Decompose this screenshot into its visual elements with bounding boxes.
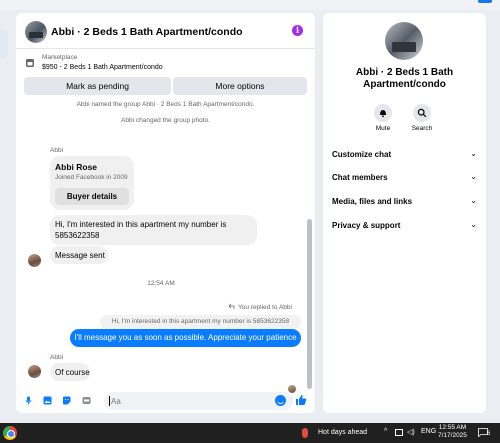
more-options-button[interactable]: More options [173,77,307,95]
menu-privacy-support[interactable]: Privacy & support ⌄ [332,220,477,234]
chevron-up-icon[interactable]: ^ [384,428,387,435]
text-caret [109,396,110,406]
message-bubble[interactable]: Of course [50,363,90,381]
mute-button[interactable] [374,104,392,122]
image-icon[interactable] [43,396,52,405]
menu-label: Privacy & support [332,221,401,230]
notification-count: 6 [487,431,491,437]
chat-window: Abbi · 2 Beds 1 Bath Apartment/condo i M… [16,13,315,413]
left-edge-panel [0,30,8,58]
mic-icon[interactable] [24,396,33,405]
message-bubble[interactable]: Message sent [50,246,108,264]
browser-top-strip [0,0,500,10]
menu-label: Customize chat [332,150,392,159]
buyer-joined: Joined Facebook in 2009 [55,174,128,181]
buyer-details-button[interactable]: Buyer details [55,188,129,205]
display-icon[interactable] [395,429,403,436]
thermometer-icon[interactable] [302,428,308,438]
message-input[interactable] [104,392,293,410]
chevron-down-icon: ⌄ [470,220,477,229]
side-title-line1: Abbi · 2 Beds 1 Bath [355,67,454,78]
clock[interactable]: 12:55 AM 7/17/2025 [438,424,467,440]
chevron-down-icon: ⌄ [470,172,477,181]
menu-label: Chat members [332,173,388,182]
thumbs-up-icon[interactable] [295,394,307,406]
mute-label: Mute [375,125,391,132]
listing-title[interactable]: $950 - 2 Beds 1 Bath Apartment/condo [42,64,163,71]
mark-as-pending-button[interactable]: Mark as pending [24,77,171,95]
menu-label: Media, files and links [332,197,413,206]
gif-icon[interactable] [82,396,91,405]
avatar[interactable] [28,254,41,267]
system-message: Abbi named the group Abbi · 2 Beds 1 Bat… [76,101,255,108]
info-icon[interactable]: i [292,25,303,36]
search-icon [417,108,427,118]
sender-name: Abbi [50,147,64,154]
buyer-name: Abbi Rose [55,162,98,172]
chevron-down-icon: ⌄ [470,149,477,158]
bell-icon [380,110,386,118]
chrome-icon[interactable] [3,426,17,440]
marketplace-label: Marketplace [42,54,78,61]
chat-info-panel: Abbi · 2 Beds 1 Bath Apartment/condo Mut… [323,13,486,413]
taskbar: Hot days ahead ^ ◁) ENG 12:55 AM 7/17/20… [0,423,500,443]
message-list[interactable]: Abbi named the group Abbi · 2 Beds 1 Bat… [16,97,315,393]
search-label: Search [411,125,433,132]
composer-bar [16,389,315,413]
outgoing-message[interactable]: I'll message you as soon as possible. Ap… [70,329,301,347]
mute-action[interactable]: Mute [363,104,403,132]
message-text: Hi, I'm interested in this apartment my … [55,220,227,240]
weather-text[interactable]: Hot days ahead [318,429,367,436]
quoted-message[interactable]: Hi, I'm interested in this apartment my … [100,315,301,329]
side-title: Abbi · 2 Beds 1 Bath Apartment/condo [323,67,486,91]
message-text: Message sent [55,251,105,260]
timestamp: 12:54 AM [147,280,175,287]
system-message: Abbi changed the group photo. [121,117,210,124]
reply-label: You replied to Abbi [238,304,292,311]
emoji-icon[interactable] [275,395,286,406]
search-button[interactable] [413,104,431,122]
clock-time: 12:55 AM [438,424,467,431]
reply-arrow-icon [228,303,235,309]
clock-date: 7/17/2025 [438,432,467,439]
scrollbar-thumb[interactable] [307,219,312,389]
search-action[interactable]: Search [402,104,442,132]
buyer-profile-card: Abbi Rose Joined Facebook in 2009 Buyer … [50,156,134,210]
menu-chat-members[interactable]: Chat members ⌄ [332,172,477,186]
group-photo-large[interactable] [385,22,423,60]
marketplace-tag-icon [26,59,34,67]
message-text: Of course [55,368,90,377]
chat-title[interactable]: Abbi · 2 Beds 1 Bath Apartment/condo [51,26,243,38]
volume-icon[interactable]: ◁) [407,428,415,436]
marketplace-banner: Marketplace $950 - 2 Beds 1 Bath Apartme… [16,50,315,97]
language-indicator[interactable]: ENG [421,428,436,435]
side-title-line2: Apartment/condo [363,79,446,90]
menu-media-files-links[interactable]: Media, files and links ⌄ [332,196,477,210]
browser-indicator [478,0,492,3]
message-bubble[interactable]: Hi, I'm interested in this apartment my … [50,215,257,245]
menu-customize-chat[interactable]: Customize chat ⌄ [332,149,477,163]
avatar[interactable] [28,365,41,378]
sticker-icon[interactable] [62,396,71,405]
chat-header: Abbi · 2 Beds 1 Bath Apartment/condo i [16,13,315,49]
sender-name: Abbi [50,354,64,361]
group-photo[interactable] [25,21,47,43]
notification-icon[interactable]: 6 [478,427,492,439]
chevron-down-icon: ⌄ [470,196,477,205]
